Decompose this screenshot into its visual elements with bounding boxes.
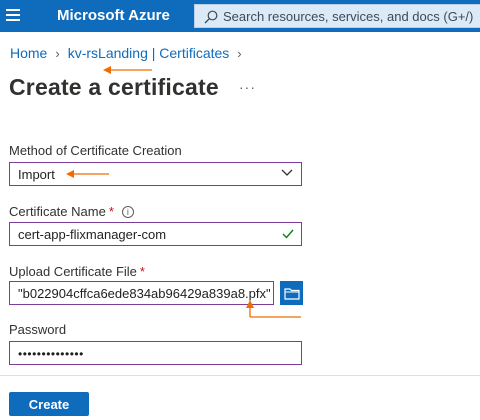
global-search-box[interactable]: Search resources, services, and docs (G+… <box>194 4 480 28</box>
upload-file-value: "b022904cffca6ede834ab96429a839a8.pfx" <box>18 286 271 301</box>
portal-brand[interactable]: Microsoft Azure <box>57 7 170 24</box>
required-indicator: * <box>139 264 145 279</box>
upload-file-label: Upload Certificate File * <box>9 264 145 279</box>
browse-file-button[interactable] <box>280 281 303 305</box>
method-dropdown[interactable]: Import <box>9 162 302 186</box>
certificate-name-label: Certificate Name * i <box>9 204 134 219</box>
menu-icon[interactable] <box>6 8 20 22</box>
password-label: Password <box>9 322 67 337</box>
search-placeholder: Search resources, services, and docs (G+… <box>223 9 474 24</box>
create-button[interactable]: Create <box>9 392 89 416</box>
certificate-name-input[interactable]: cert-app-flixmanager-com <box>9 222 302 246</box>
method-label: Method of Certificate Creation <box>9 143 182 158</box>
breadcrumb-keyvault-certificates[interactable]: kv-rsLanding | Certificates <box>68 45 230 61</box>
info-icon[interactable]: i <box>121 206 134 218</box>
method-value: Import <box>18 167 55 182</box>
search-icon <box>204 10 218 24</box>
more-icon[interactable]: ··· <box>239 79 256 95</box>
upload-file-input[interactable]: "b022904cffca6ede834ab96429a839a8.pfx" <box>9 281 274 305</box>
certificate-name-value: cert-app-flixmanager-com <box>18 227 167 242</box>
footer-divider <box>0 375 480 376</box>
top-bar: Microsoft Azure Search resources, servic… <box>0 0 480 32</box>
page-title: Create a certificate <box>9 74 219 100</box>
chevron-right-icon: › <box>237 45 242 61</box>
breadcrumb: Home › kv-rsLanding | Certificates › <box>10 45 250 61</box>
chevron-down-icon <box>281 169 293 176</box>
required-indicator: * <box>108 204 114 219</box>
password-value: •••••••••••••• <box>18 347 84 361</box>
breadcrumb-home[interactable]: Home <box>10 45 47 61</box>
checkmark-icon <box>282 229 294 239</box>
folder-icon <box>284 288 300 300</box>
annotation-arrow-breadcrumb <box>103 66 152 74</box>
password-input[interactable]: •••••••••••••• <box>9 341 302 365</box>
chevron-right-icon: › <box>55 45 60 61</box>
